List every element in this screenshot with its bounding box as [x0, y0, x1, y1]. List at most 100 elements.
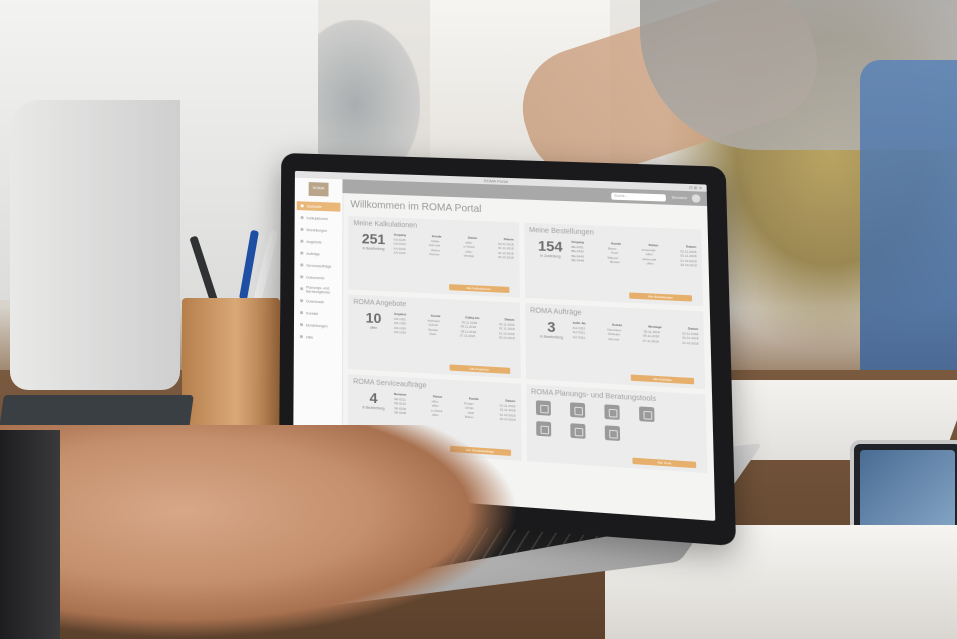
table-cell: Braun — [465, 415, 473, 420]
measure-icon[interactable] — [604, 425, 619, 441]
card-button[interactable]: Alle Aufträge — [631, 375, 694, 385]
search-input[interactable]: Suche... — [611, 192, 666, 201]
nav-icon — [300, 335, 303, 338]
sidebar-item-label: Hilfe — [306, 335, 313, 339]
stat-label: in Bearbeitung — [530, 334, 572, 340]
sidebar-item-label: Kalkulationen — [307, 216, 328, 221]
document-icon[interactable] — [536, 421, 551, 437]
table-cell: 31.10.2018 — [682, 340, 699, 346]
table-cell: BE-0448 — [572, 258, 584, 263]
sidebar-item[interactable]: Kontakt — [296, 308, 340, 319]
nav-icon — [300, 263, 303, 266]
dashboard-card: ROMA Planungs- und Beratungstools Alle To… — [526, 384, 708, 473]
table-cell: offen — [647, 262, 654, 267]
nav-icon — [301, 216, 304, 219]
table-cell: 30.10.2018 — [500, 417, 516, 423]
stat-count: 3 — [530, 319, 573, 336]
sidebar-item[interactable]: Angebote — [296, 237, 340, 248]
sidebar-item[interactable]: Hilfe — [296, 332, 340, 343]
sidebar-item-label: Serviceaufträge — [306, 263, 331, 268]
mini-table: Vorgang Kunde Status Datum KA-0125 Müller offe… — [394, 233, 514, 261]
tool-icon-grid — [535, 400, 701, 446]
nav-icon — [301, 204, 304, 207]
window-controls[interactable]: ⊡ ⊞ ✕ — [689, 185, 702, 191]
table-cell: offen — [432, 413, 439, 418]
table-cell: erledigt — [464, 254, 474, 259]
dashboard-card: Meine Kalkulationen 251 in Bearbeitung Vorg… — [348, 216, 519, 298]
table-cell: AU-3310 — [573, 335, 586, 340]
sidebar-item-label: Startseite — [307, 204, 322, 208]
table-cell: 07.11.2018 — [643, 338, 659, 344]
background-jeans — [860, 60, 957, 390]
table-cell: 30.10.2018 — [680, 263, 696, 268]
sidebar-item-label: Einstellungen — [306, 323, 328, 328]
mini-table: Nummer Status Kunde Datum SE-0211 offen Krüger… — [394, 392, 516, 423]
sidebar-item[interactable]: Aufträge — [296, 248, 340, 259]
nav-icon — [300, 240, 303, 243]
table-cell: AN-1018 — [394, 330, 406, 335]
card-button[interactable]: Alle Tools — [632, 458, 696, 469]
sidebar-item-label: Angebote — [306, 239, 321, 244]
nav-icon — [301, 228, 304, 231]
imac-stand — [10, 100, 180, 390]
card-button[interactable]: Alle Bestellungen — [629, 292, 692, 301]
sidebar-item[interactable]: Dokumente — [296, 272, 340, 283]
sidebar-item[interactable]: Kalkulationen — [297, 213, 341, 224]
dashboard-card: Meine Bestellungen 154 in Zustellung Vorgan… — [524, 223, 703, 307]
dashboard-card: ROMA Angebote 10 offen Angebot Kunde Gültig b… — [348, 294, 520, 378]
sidebar-item-label: Dokumente — [306, 275, 324, 280]
card-stat: 10 offen — [353, 310, 394, 331]
card-button[interactable]: Alle Angebote — [449, 364, 510, 374]
stat-count: 154 — [529, 238, 571, 254]
planner-icon[interactable] — [535, 400, 550, 415]
stat-label: in Bearbeitung — [353, 246, 393, 252]
user-name[interactable]: Benutzer — [672, 196, 688, 201]
sidebar-item[interactable]: Serviceaufträge — [296, 260, 340, 271]
stat-count: 10 — [353, 310, 394, 326]
card-body: 251 in Bearbeitung Vorgang Kunde Status Datum… — [353, 231, 513, 261]
card-stat: 251 in Bearbeitung — [353, 231, 393, 252]
configurator-icon[interactable] — [569, 402, 584, 418]
stat-label: in Zustellung — [529, 253, 571, 259]
sidebar-item-label: Bestellungen — [306, 228, 327, 233]
table-cell: 30.10.2018 — [499, 336, 515, 342]
sidebar-item[interactable]: Planungs- und Beratungstools — [296, 284, 340, 295]
nav-icon — [300, 287, 303, 290]
avatar[interactable] — [692, 194, 701, 203]
table-cell: 27.11.2018 — [460, 334, 475, 339]
card-stat: 3 in Bearbeitung — [530, 319, 573, 341]
nav-icon — [300, 323, 303, 326]
catalog-icon[interactable] — [638, 406, 654, 422]
table-cell: Klein — [429, 332, 436, 337]
nav-icon — [300, 275, 303, 278]
dashboard-card: ROMA Aufträge 3 in Bearbeitung Auftr.-Nr. Ku… — [525, 303, 706, 389]
mini-table: Vorgang Kunde Status Datum BE-0451 Bauer verse… — [571, 240, 697, 269]
table-cell: SE-0208 — [394, 411, 406, 416]
card-body: 3 in Bearbeitung Auftr.-Nr. Kunde Montage Dat… — [530, 319, 699, 347]
nav-icon — [300, 311, 303, 314]
sidebar-item[interactable]: Downloads — [296, 296, 340, 307]
card-button[interactable]: Alle Kalkulationen — [449, 284, 509, 293]
logo-text: ROMA — [309, 185, 329, 191]
hands — [0, 425, 520, 639]
sidebar-item-label: Aufträge — [306, 251, 320, 256]
sidebar-item-label: Downloads — [306, 299, 324, 304]
table-cell: KA-0122 — [394, 251, 406, 256]
sidebar-item[interactable]: Startseite — [297, 201, 341, 211]
stat-count: 4 — [353, 389, 394, 406]
color-icon[interactable] — [570, 423, 585, 439]
mini-table: Angebot Kunde Gültig bis Datum AN-1021 Hofman… — [394, 312, 515, 342]
stat-count: 251 — [353, 231, 393, 247]
sidebar-item[interactable]: Einstellungen — [296, 320, 340, 331]
card-body: 154 in Zustellung Vorgang Kunde Status Datum B… — [529, 238, 697, 268]
sidebar-item[interactable]: Bestellungen — [297, 225, 341, 236]
card-body: 4 in Bearbeitung Nummer Status Kunde Datum SE-… — [353, 389, 515, 422]
sidebar-item-label: Planungs- und Beratungstools — [306, 285, 340, 295]
table-cell: Becker — [610, 260, 620, 265]
nav-icon — [300, 299, 303, 302]
sleeve — [0, 430, 60, 639]
table-cell: Fischer — [429, 252, 439, 257]
mini-table: Auftr.-Nr. Kunde Montage Datum AU-3312 Neuman… — [572, 321, 698, 346]
calculator-icon[interactable] — [604, 404, 619, 420]
roma-logo[interactable]: ROMA — [309, 182, 329, 196]
